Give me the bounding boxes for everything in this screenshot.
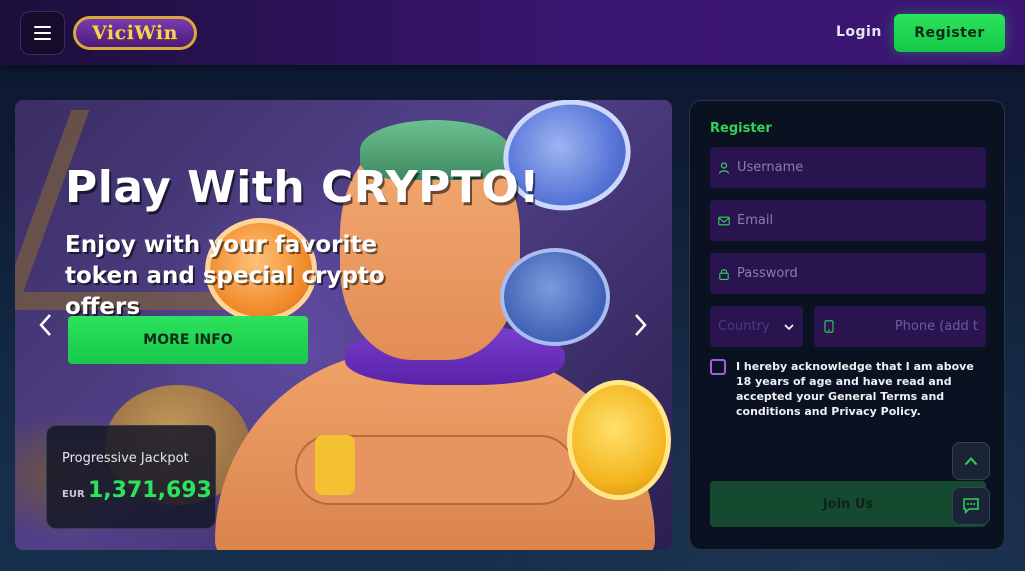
lock-icon <box>719 268 729 280</box>
envelope-icon <box>718 216 730 225</box>
chevron-down-icon <box>784 323 794 330</box>
chevron-left-icon <box>39 314 51 336</box>
chevron-up-icon <box>964 457 978 466</box>
gold-coin-right <box>567 380 671 500</box>
litecoin-coin <box>500 248 610 346</box>
register-panel: Register Username Email Password Country… <box>689 100 1005 550</box>
more-info-button[interactable]: MORE INFO <box>68 316 308 364</box>
carousel-next-button[interactable] <box>629 310 653 340</box>
username-field[interactable]: Username <box>710 147 986 188</box>
password-field[interactable]: Password <box>710 253 986 294</box>
logo-text: ViciWin <box>92 22 178 44</box>
register-panel-title: Register <box>710 121 772 136</box>
country-placeholder: Country <box>718 319 770 334</box>
banner-title: Play With CRYPTO! <box>65 162 540 213</box>
promo-banner: Play With CRYPTO! Enjoy with your favori… <box>15 100 672 550</box>
jackpot-amount: 1,371,693 <box>88 478 212 503</box>
join-us-button[interactable]: Join Us <box>710 481 986 527</box>
country-select[interactable]: Country <box>710 306 803 347</box>
login-link[interactable]: Login <box>836 24 882 40</box>
phone-icon <box>824 320 834 333</box>
hero-gold-armband <box>315 435 355 495</box>
register-button[interactable]: Register <box>894 14 1005 52</box>
chat-icon <box>963 498 979 515</box>
chevron-right-icon <box>635 314 647 336</box>
username-placeholder: Username <box>737 160 804 175</box>
live-chat-button[interactable] <box>952 487 990 525</box>
terms-checkbox[interactable] <box>710 359 726 375</box>
banner-subtitle: Enjoy with your favorite token and speci… <box>65 232 385 320</box>
email-field[interactable]: Email <box>710 200 986 241</box>
join-us-label: Join Us <box>822 496 874 512</box>
scroll-to-top-button[interactable] <box>952 442 990 480</box>
logo[interactable]: ViciWin <box>73 16 197 50</box>
phone-field[interactable]: Phone (add t <box>814 306 986 347</box>
email-placeholder: Email <box>737 213 774 228</box>
password-placeholder: Password <box>737 266 798 281</box>
carousel-prev-button[interactable] <box>33 310 57 340</box>
hamburger-menu-button[interactable] <box>20 11 65 55</box>
hamburger-icon <box>34 26 51 28</box>
top-header: ViciWin Login Register <box>0 0 1025 65</box>
jackpot-label: Progressive Jackpot <box>62 451 189 466</box>
progressive-jackpot-card: Progressive Jackpot EUR 1,371,693 <box>46 425 216 529</box>
jackpot-currency: EUR <box>62 489 85 500</box>
user-icon <box>718 161 730 174</box>
phone-placeholder: Phone (add t <box>894 319 978 334</box>
terms-text: I hereby acknowledge that I am above 18 … <box>736 360 974 418</box>
